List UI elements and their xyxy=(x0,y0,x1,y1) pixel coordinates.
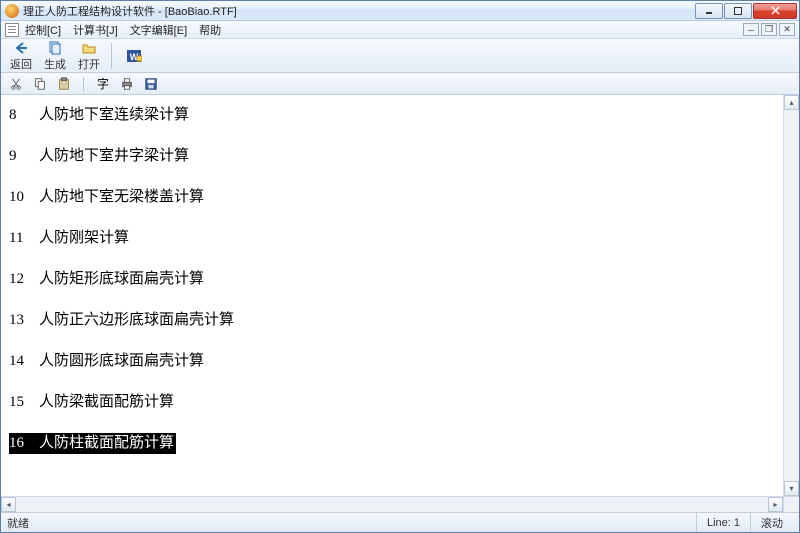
document-line[interactable]: 12人防矩形底球面扁壳计算 xyxy=(9,269,791,290)
status-scroll: 滚动 xyxy=(750,513,793,532)
titlebar: 理正人防工程结构设计软件 - [BaoBiao.RTF] xyxy=(1,1,799,21)
save-button[interactable] xyxy=(142,76,160,92)
line-number: 10 xyxy=(9,187,39,208)
font-button[interactable]: 字 xyxy=(94,76,112,92)
scroll-track-vertical[interactable] xyxy=(784,110,799,481)
close-icon xyxy=(771,6,780,15)
toolbar-separator xyxy=(111,43,112,69)
cut-button[interactable] xyxy=(7,76,25,92)
line-text: 人防矩形底球面扁壳计算 xyxy=(39,269,204,290)
toolbar-edit: 字 xyxy=(1,73,799,95)
line-number: 9 xyxy=(9,146,39,167)
print-button[interactable] xyxy=(118,76,136,92)
maximize-button[interactable] xyxy=(724,3,752,19)
copy-icon xyxy=(33,77,47,91)
horizontal-scrollbar[interactable]: ◂ ▸ xyxy=(1,496,783,512)
main-window: 理正人防工程结构设计软件 - [BaoBiao.RTF] 控制[C] 计算书[J… xyxy=(0,0,800,533)
maximize-icon xyxy=(734,7,742,15)
line-number: 15 xyxy=(9,392,39,413)
line-number: 12 xyxy=(9,269,39,290)
document-line[interactable]: 16人防柱截面配筋计算 xyxy=(9,433,176,454)
status-ready: 就绪 xyxy=(7,515,696,531)
toolbar-separator-small-1 xyxy=(83,77,84,91)
statusbar: 就绪 Line: 1 滚动 xyxy=(1,512,799,532)
open-icon xyxy=(80,40,98,56)
menu-control[interactable]: 控制[C] xyxy=(25,22,61,38)
scroll-corner xyxy=(783,496,799,512)
scroll-right-button[interactable]: ▸ xyxy=(768,497,783,512)
document-area: 8人防地下室连续梁计算9人防地下室井字梁计算10人防地下室无梁楼盖计算11人防刚… xyxy=(1,95,799,512)
document-line[interactable]: 13人防正六边形底球面扁壳计算 xyxy=(9,310,791,331)
document-line[interactable]: 8人防地下室连续梁计算 xyxy=(9,105,791,126)
line-text: 人防梁截面配筋计算 xyxy=(39,392,174,413)
app-icon xyxy=(5,4,19,18)
window-controls xyxy=(694,3,797,19)
vertical-scrollbar[interactable]: ▴ ▾ xyxy=(783,95,799,496)
scroll-track-horizontal[interactable] xyxy=(16,497,768,512)
cut-icon xyxy=(9,77,23,91)
document-line[interactable]: 10人防地下室无梁楼盖计算 xyxy=(9,187,791,208)
menu-calcbook[interactable]: 计算书[J] xyxy=(73,22,118,38)
document-line[interactable]: 15人防梁截面配筋计算 xyxy=(9,392,791,413)
menu-textedit[interactable]: 文字编辑[E] xyxy=(130,22,187,38)
generate-icon xyxy=(46,40,64,56)
window-title: 理正人防工程结构设计软件 - [BaoBiao.RTF] xyxy=(23,3,694,19)
line-text: 人防圆形底球面扁壳计算 xyxy=(39,351,204,372)
line-number: 11 xyxy=(9,228,39,249)
line-number: 13 xyxy=(9,310,39,331)
paste-button[interactable] xyxy=(55,76,73,92)
paste-icon xyxy=(57,77,71,91)
toolbar-main: 返回 生成 打开 W xyxy=(1,39,799,73)
back-button[interactable]: 返回 xyxy=(7,40,35,72)
copy-button[interactable] xyxy=(31,76,49,92)
scroll-left-button[interactable]: ◂ xyxy=(1,497,16,512)
save-icon xyxy=(144,77,158,91)
line-text: 人防柱截面配筋计算 xyxy=(39,433,174,454)
mdi-close-button[interactable]: ✕ xyxy=(779,23,795,36)
document-content[interactable]: 8人防地下室连续梁计算9人防地下室井字梁计算10人防地下室无梁楼盖计算11人防刚… xyxy=(1,95,799,512)
document-icon[interactable] xyxy=(5,23,19,37)
line-number: 16 xyxy=(9,433,39,454)
mdi-restore-button[interactable]: ❐ xyxy=(761,23,777,36)
back-icon xyxy=(12,40,30,56)
generate-label: 生成 xyxy=(44,56,66,72)
minimize-icon xyxy=(705,7,713,15)
line-text: 人防地下室井字梁计算 xyxy=(39,146,189,167)
line-number: 8 xyxy=(9,105,39,126)
status-line: Line: 1 xyxy=(696,513,750,532)
mdi-minimize-button[interactable]: ─ xyxy=(743,23,759,36)
line-text: 人防刚架计算 xyxy=(39,228,129,249)
menu-help[interactable]: 帮助 xyxy=(199,22,221,38)
word-button[interactable]: W xyxy=(120,48,148,64)
mdi-controls: ─ ❐ ✕ xyxy=(743,23,795,36)
font-icon: 字 xyxy=(97,75,109,92)
minimize-button[interactable] xyxy=(695,3,723,19)
word-icon: W xyxy=(125,48,143,64)
scroll-down-button[interactable]: ▾ xyxy=(784,481,799,496)
document-line[interactable]: 14人防圆形底球面扁壳计算 xyxy=(9,351,791,372)
generate-button[interactable]: 生成 xyxy=(41,40,69,72)
document-line[interactable]: 11人防刚架计算 xyxy=(9,228,791,249)
menubar: 控制[C] 计算书[J] 文字编辑[E] 帮助 ─ ❐ ✕ xyxy=(1,21,799,39)
document-line[interactable]: 9人防地下室井字梁计算 xyxy=(9,146,791,167)
close-button[interactable] xyxy=(753,3,797,19)
open-button[interactable]: 打开 xyxy=(75,40,103,72)
open-label: 打开 xyxy=(78,56,100,72)
line-number: 14 xyxy=(9,351,39,372)
line-text: 人防地下室无梁楼盖计算 xyxy=(39,187,204,208)
back-label: 返回 xyxy=(10,56,32,72)
scroll-up-button[interactable]: ▴ xyxy=(784,95,799,110)
line-text: 人防正六边形底球面扁壳计算 xyxy=(39,310,234,331)
print-icon xyxy=(120,77,134,91)
line-text: 人防地下室连续梁计算 xyxy=(39,105,189,126)
